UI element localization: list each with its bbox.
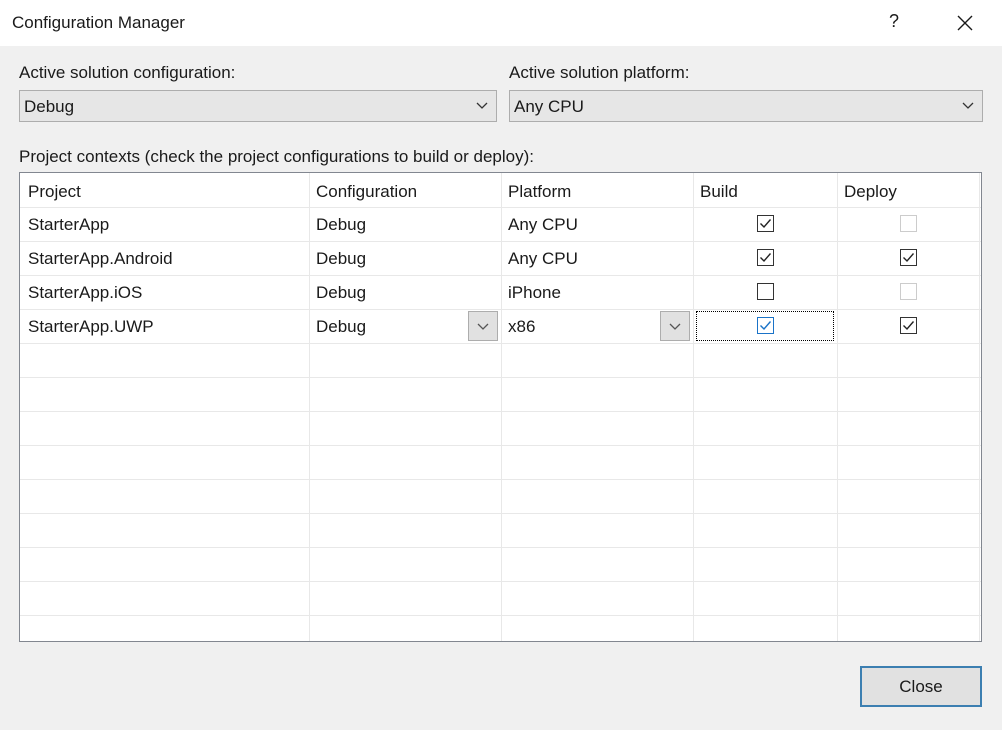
close-icon — [957, 15, 973, 31]
row-divider — [20, 411, 981, 412]
row-configuration[interactable]: Debug — [316, 283, 366, 303]
project-contexts-label: Project contexts (check the project conf… — [19, 147, 534, 166]
row-platform[interactable]: x86 — [508, 317, 535, 337]
row-configuration[interactable]: Debug — [316, 317, 366, 337]
column-divider — [693, 173, 694, 641]
header-build[interactable]: Build — [700, 182, 738, 202]
row-configuration[interactable]: Debug — [316, 249, 366, 269]
close-window-button[interactable] — [955, 13, 975, 33]
header-platform[interactable]: Platform — [508, 182, 571, 202]
project-contexts-grid: Project Configuration Platform Build Dep… — [19, 172, 982, 642]
row-divider — [20, 343, 981, 344]
chevron-down-icon — [476, 102, 488, 109]
active-platform-value: Any CPU — [514, 97, 584, 116]
platform-dropdown-button[interactable] — [660, 311, 690, 341]
row-project: StarterApp — [28, 215, 110, 234]
active-config-value: Debug — [24, 97, 75, 116]
help-button[interactable]: ? — [889, 11, 899, 32]
chevron-down-icon — [962, 102, 974, 109]
build-checkbox[interactable] — [757, 215, 774, 232]
column-divider — [837, 173, 838, 641]
column-divider — [979, 173, 980, 641]
row-platform[interactable]: iPhone — [508, 283, 561, 303]
row-divider — [20, 445, 981, 446]
active-config-label: Active solution configuration: — [19, 63, 236, 82]
row-divider — [20, 377, 981, 378]
active-config-dropdown[interactable]: Debug — [19, 90, 497, 122]
header-configuration[interactable]: Configuration — [316, 182, 417, 202]
checkmark-icon — [903, 253, 915, 263]
checkmark-icon — [760, 321, 772, 331]
row-project: StarterApp.iOS — [28, 283, 143, 302]
row-divider — [20, 309, 981, 310]
row-platform[interactable]: Any CPU — [508, 249, 578, 269]
close-button[interactable]: Close — [860, 666, 982, 707]
column-divider — [501, 173, 502, 641]
active-platform-dropdown[interactable]: Any CPU — [509, 90, 983, 122]
checkmark-icon — [760, 219, 772, 229]
chevron-down-icon — [477, 323, 489, 330]
build-checkbox[interactable] — [757, 249, 774, 266]
row-divider — [20, 275, 981, 276]
row-platform[interactable]: Any CPU — [508, 215, 578, 235]
row-divider — [20, 547, 981, 548]
deploy-checkbox — [900, 215, 917, 232]
row-configuration[interactable]: Debug — [316, 215, 366, 235]
checkmark-icon — [903, 321, 915, 331]
row-divider — [20, 241, 981, 242]
deploy-checkbox[interactable] — [900, 249, 917, 266]
title-bar: Configuration Manager ? — [0, 0, 1002, 46]
row-divider — [20, 207, 981, 208]
header-project[interactable]: Project — [28, 182, 81, 202]
configuration-dropdown-button[interactable] — [468, 311, 498, 341]
row-divider — [20, 479, 981, 480]
build-checkbox[interactable] — [757, 283, 774, 300]
build-checkbox[interactable] — [757, 317, 774, 334]
row-divider — [20, 615, 981, 616]
dialog-title: Configuration Manager — [12, 13, 185, 32]
deploy-checkbox — [900, 283, 917, 300]
deploy-checkbox[interactable] — [900, 317, 917, 334]
row-divider — [20, 581, 981, 582]
chevron-down-icon — [669, 323, 681, 330]
row-project: StarterApp.UWP — [28, 317, 154, 336]
row-project: StarterApp.Android — [28, 249, 173, 268]
column-divider — [309, 173, 310, 641]
header-deploy[interactable]: Deploy — [844, 182, 897, 202]
row-divider — [20, 513, 981, 514]
checkmark-icon — [760, 253, 772, 263]
active-platform-label: Active solution platform: — [509, 63, 690, 82]
